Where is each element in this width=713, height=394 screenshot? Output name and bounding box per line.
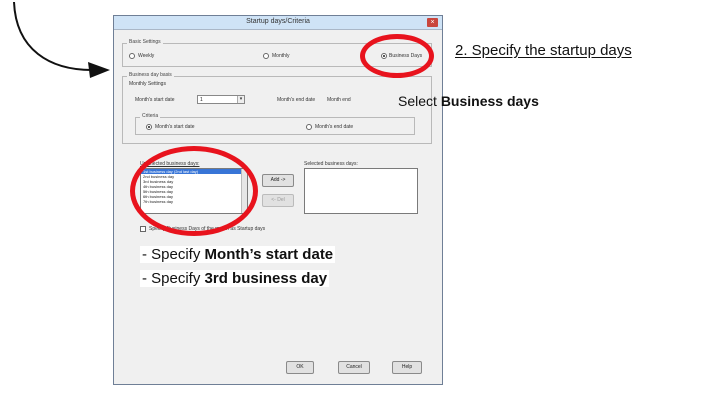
radio-criteria-end-label: Month's end date	[315, 124, 354, 130]
radio-criteria-start[interactable]	[146, 124, 152, 130]
criteria-title: Criteria	[140, 113, 161, 119]
step2-caption: 2. Specify the startup days	[455, 42, 632, 59]
start-date-value: 1	[200, 97, 203, 103]
select-business-days-caption: Select Business days	[398, 93, 539, 109]
end-date-label: Month's end date	[277, 97, 316, 103]
radio-weekly-label: Weekly	[138, 53, 155, 59]
cancel-button[interactable]: Cancel	[338, 361, 370, 374]
screenshot-stage: Startup days/Criteria × Basic Settings W…	[0, 0, 713, 394]
start-date-label: Month's start date	[135, 97, 175, 103]
radio-monthly[interactable]	[263, 53, 269, 59]
help-button[interactable]: Help	[392, 361, 422, 374]
bullet1-prefix: - Specify	[142, 246, 201, 263]
bullet2-bold: 3rd business day	[204, 270, 328, 287]
select-prefix: Select	[398, 93, 437, 109]
highlight-unselected-list	[130, 146, 258, 236]
start-date-select[interactable]: 1 ▾	[197, 95, 245, 104]
selected-days-listbox[interactable]	[304, 168, 418, 214]
highlight-business-days	[360, 34, 434, 78]
bullet-start-date: - Specify Month’s start date	[140, 246, 336, 263]
criteria-group: Criteria Month's start date Month's end …	[135, 113, 415, 135]
dialog-title: Startup days/Criteria	[246, 18, 310, 25]
ok-button[interactable]: OK	[286, 361, 314, 374]
bullet1-bold: Month’s start date	[204, 246, 334, 263]
business-day-basis-group: Business day basis Monthly Settings Mont…	[122, 72, 432, 144]
specify-business-days-checkbox[interactable]	[140, 226, 146, 232]
business-day-basis-title: Business day basis	[127, 72, 174, 78]
bullet2-prefix: - Specify	[142, 270, 201, 287]
bullet-3rd-business-day: - Specify 3rd business day	[140, 270, 330, 287]
selected-days-label: Selected business days:	[304, 161, 358, 167]
end-date-value: Month end	[327, 97, 351, 103]
radio-criteria-end[interactable]	[306, 124, 312, 130]
radio-criteria-start-label: Month's start date	[155, 124, 195, 130]
remove-button[interactable]: <- Del	[262, 194, 294, 207]
arrow-head	[88, 62, 110, 78]
monthly-settings-title: Monthly Settings	[129, 81, 166, 87]
chevron-down-icon: ▾	[237, 96, 244, 103]
basic-settings-title: Basic Settings	[127, 39, 163, 45]
add-button[interactable]: Add ->	[262, 174, 294, 187]
dialog-titlebar: Startup days/Criteria ×	[114, 16, 442, 30]
arrow-curve	[13, 1, 93, 71]
select-bold: Business days	[440, 93, 539, 109]
close-button[interactable]: ×	[427, 18, 438, 27]
radio-monthly-label: Monthly	[272, 53, 290, 59]
radio-weekly[interactable]	[129, 53, 135, 59]
